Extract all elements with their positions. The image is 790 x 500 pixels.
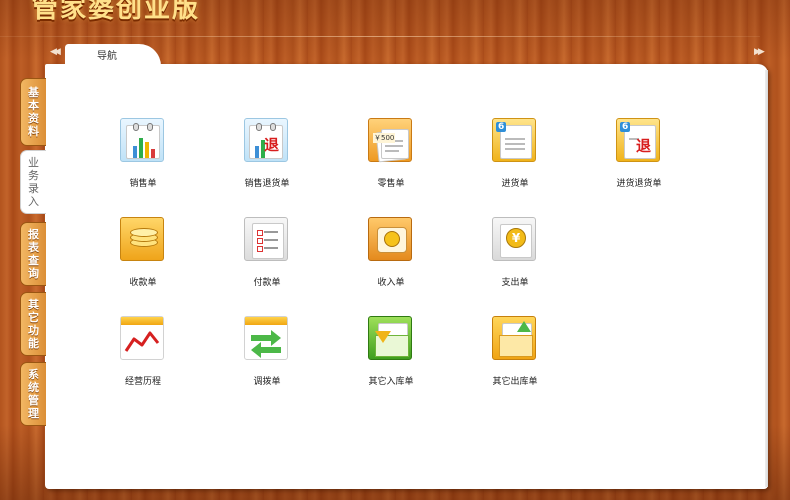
swap-arrows-icon: [251, 330, 281, 358]
number-badge-icon: 6: [620, 122, 631, 132]
checklist-icon[interactable]: [244, 217, 288, 261]
sales-chart-icon[interactable]: [120, 118, 164, 162]
retail-order-label: 零售单: [377, 179, 405, 189]
receipt-order-label: 收款单: [129, 278, 157, 288]
payment-order-label: 付款单: [253, 278, 281, 288]
tab-navigation-label: 导航: [97, 51, 117, 62]
money-bag-icon[interactable]: [368, 217, 412, 261]
sales-order-label: 销售单: [129, 179, 157, 189]
stock-in-icon[interactable]: [368, 316, 412, 360]
transfer-order-label: 调拨单: [253, 377, 281, 387]
trend-line-icon: [124, 331, 160, 352]
side-tab-system-management[interactable]: 系统管理: [20, 362, 46, 426]
income-order-label: 收入单: [377, 278, 405, 288]
return-badge-icon: 退: [636, 137, 652, 155]
stock-out-icon[interactable]: [492, 316, 536, 360]
header-divider: [0, 36, 760, 37]
retail-receipt-icon[interactable]: ￥500: [368, 118, 412, 163]
coins-icon[interactable]: [120, 217, 164, 261]
other-stock-in-label: 其它入库单: [368, 377, 414, 387]
expense-order-label: 支出单: [501, 278, 529, 288]
return-badge-icon: 退: [264, 136, 280, 154]
other-stock-out-label: 其它出库单: [492, 377, 538, 387]
sales-return-icon[interactable]: 退: [244, 118, 288, 162]
price-badge-icon: ￥500: [373, 133, 396, 143]
purchase-order-label: 进货单: [501, 179, 529, 189]
side-tab-basic-data[interactable]: 基本资料: [20, 78, 46, 146]
app-title: 管家婆创业版: [32, 0, 201, 24]
transfer-arrows-icon[interactable]: [244, 316, 288, 360]
scroll-left-icon[interactable]: ◀◀: [50, 47, 61, 57]
scroll-right-icon[interactable]: ▶▶: [754, 47, 765, 57]
side-tab-report-query[interactable]: 报表查询: [20, 222, 46, 286]
business-history-label: 经营历程: [124, 377, 161, 387]
side-tab-business-entry[interactable]: 业务录入: [20, 150, 46, 214]
yen-clipboard-icon[interactable]: ¥: [492, 217, 536, 261]
trend-chart-icon[interactable]: [120, 316, 164, 360]
tab-navigation[interactable]: 导航: [65, 44, 161, 66]
purchase-return-icon[interactable]: 退 6: [616, 118, 660, 162]
side-tab-other-functions[interactable]: 其它功能: [20, 292, 46, 356]
purchase-return-order-label: 进货退货单: [616, 179, 662, 189]
number-badge-icon: 6: [496, 122, 507, 132]
purchase-doc-icon[interactable]: 6: [492, 118, 536, 162]
sales-return-order-label: 销售退货单: [244, 179, 290, 189]
